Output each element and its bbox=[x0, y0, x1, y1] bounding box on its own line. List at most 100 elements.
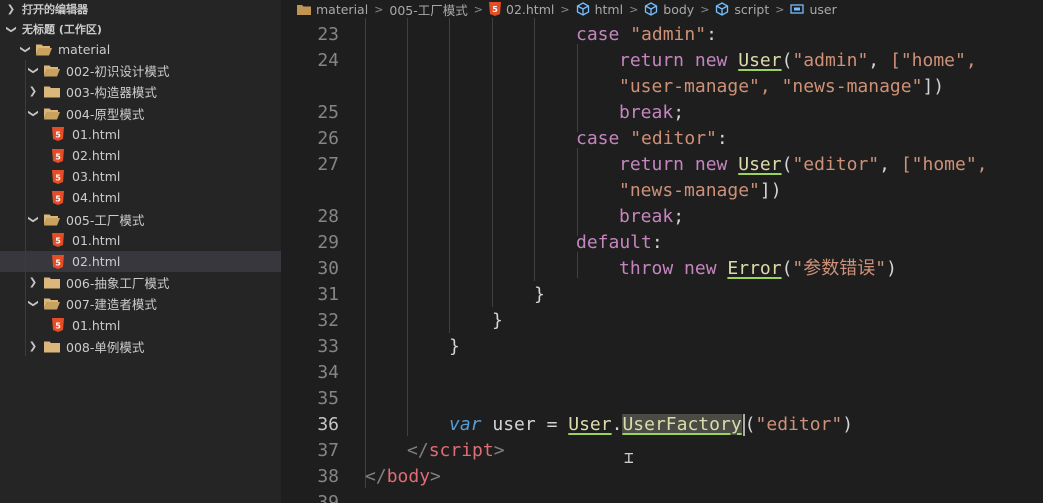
line-number: 25 bbox=[317, 102, 339, 123]
tree-file[interactable]: 5 01.html bbox=[0, 124, 281, 145]
line-number: 37 bbox=[317, 440, 339, 461]
open-editors-header[interactable]: ❯ 打开的编辑器 bbox=[0, 0, 281, 18]
html5-icon: 5 bbox=[50, 190, 66, 205]
tree-folder[interactable]: ❯ 007-建造者模式 bbox=[0, 293, 281, 314]
breadcrumb: material > 005-工厂模式 > 5 02.html > html >… bbox=[281, 0, 1043, 18]
html5-icon: 5 bbox=[50, 169, 66, 184]
tree-folder[interactable]: ❯ 004-原型模式 bbox=[0, 103, 281, 124]
line-number: 27 bbox=[317, 154, 339, 175]
breadcrumb-item-user[interactable]: user bbox=[790, 2, 837, 17]
breadcrumb-item-body[interactable]: body bbox=[644, 2, 694, 17]
line-number: 38 bbox=[317, 466, 339, 487]
code-line: </script> bbox=[407, 440, 505, 461]
chevron-right-icon: > bbox=[700, 2, 710, 16]
tree-folder[interactable]: ❯ 005-工厂模式 bbox=[0, 209, 281, 230]
code-line: case "admin": bbox=[576, 24, 717, 45]
svg-text:5: 5 bbox=[55, 258, 61, 267]
indent-guide bbox=[492, 18, 493, 307]
open-editors-label: 打开的编辑器 bbox=[22, 3, 88, 16]
code-editor[interactable]: 23 24 25 26 27 28 29 30 31 32 33 34 35 36 37 38 39 case … bbox=[281, 18, 1043, 503]
line-number bbox=[281, 74, 339, 100]
code-line: } bbox=[534, 284, 545, 305]
line-number: 28 bbox=[317, 206, 339, 227]
code-line: } bbox=[492, 310, 503, 331]
tree-item-label: 006-抽象工厂模式 bbox=[66, 276, 170, 292]
tree-item-label: 01.html bbox=[72, 317, 121, 333]
chevron-right-icon: > bbox=[473, 2, 483, 16]
code-line: default: bbox=[576, 232, 663, 253]
tree-file[interactable]: 5 03.html bbox=[0, 166, 281, 187]
tree-file[interactable]: 5 04.html bbox=[0, 187, 281, 208]
line-number: 31 bbox=[317, 284, 339, 305]
tree-folder[interactable]: ❯ 008-单例模式 bbox=[0, 336, 281, 357]
folder-icon bbox=[44, 85, 60, 99]
indent-guide bbox=[365, 18, 366, 488]
symbol-element-icon bbox=[576, 2, 590, 16]
workspace-header[interactable]: ❯ 无标题 (工作区) bbox=[0, 19, 281, 39]
indent-guide bbox=[534, 18, 535, 281]
explorer-sidebar: ❯ 打开的编辑器 ❯ 无标题 (工作区) ❯ material ❯ 002-初识设计模… bbox=[0, 0, 281, 503]
breadcrumb-item-file[interactable]: 5 02.html bbox=[489, 2, 554, 17]
chevron-down-icon: ❯ bbox=[27, 108, 39, 118]
chevron-right-icon: > bbox=[775, 2, 785, 16]
tree-item-label: 01.html bbox=[72, 232, 121, 248]
html5-icon: 5 bbox=[50, 148, 66, 163]
tree-file[interactable]: 5 01.html bbox=[0, 315, 281, 336]
tree-item-label: 003-构造器模式 bbox=[66, 85, 157, 101]
tree-item-label: 03.html bbox=[72, 169, 121, 185]
code-line: break; bbox=[619, 102, 685, 123]
tree-folder[interactable]: ❯ material bbox=[0, 39, 281, 60]
tree-folder[interactable]: ❯ 006-抽象工厂模式 bbox=[0, 272, 281, 293]
code-line: "news-manage"]) bbox=[619, 180, 782, 201]
tree-item-label: 02.html bbox=[72, 148, 121, 163]
breadcrumb-item-script[interactable]: script bbox=[715, 2, 769, 17]
svg-text:5: 5 bbox=[55, 322, 61, 331]
svg-text:5: 5 bbox=[55, 237, 61, 246]
code-line: return new User("admin", ["home", bbox=[619, 50, 977, 71]
svg-text:5: 5 bbox=[55, 152, 61, 161]
tree-item-label: 005-工厂模式 bbox=[66, 212, 145, 228]
code-line: } bbox=[449, 336, 460, 357]
mouse-ibeam-cursor: ⌶ bbox=[624, 448, 634, 467]
folder-icon bbox=[297, 3, 311, 15]
breadcrumb-item-material[interactable]: material bbox=[297, 2, 368, 17]
line-number: 32 bbox=[317, 310, 339, 331]
breadcrumb-item-html[interactable]: html bbox=[576, 2, 623, 17]
html5-icon: 5 bbox=[489, 2, 501, 16]
folder-icon bbox=[44, 276, 60, 290]
tree-item-label: 02.html bbox=[72, 254, 121, 269]
chevron-down-icon: ❯ bbox=[27, 214, 39, 224]
tree-item-label: 01.html bbox=[72, 126, 121, 142]
code-line: </body> bbox=[365, 466, 441, 487]
tree-item-label: 002-初识设计模式 bbox=[66, 64, 170, 80]
chevron-right-icon: > bbox=[560, 2, 570, 16]
code-line: break; bbox=[619, 206, 685, 227]
chevron-right-icon: ❯ bbox=[6, 3, 16, 15]
folder-open-icon bbox=[36, 43, 52, 57]
tree-file[interactable]: 5 02.html bbox=[0, 145, 281, 166]
svg-text:5: 5 bbox=[492, 5, 498, 14]
svg-text:5: 5 bbox=[55, 173, 61, 182]
chevron-right-icon: ❯ bbox=[28, 340, 38, 352]
html5-icon: 5 bbox=[50, 318, 66, 333]
tree-item-label: 008-单例模式 bbox=[66, 339, 145, 355]
symbol-element-icon bbox=[644, 2, 658, 16]
tree-folder[interactable]: ❯ 003-构造器模式 bbox=[0, 81, 281, 102]
code-line: return new User("editor", ["home", bbox=[619, 154, 988, 175]
tree-file[interactable]: 5 01.html bbox=[0, 230, 281, 251]
line-number: 24 bbox=[317, 50, 339, 71]
tree-file[interactable]: 5 02.html bbox=[0, 251, 281, 272]
indent-guide bbox=[577, 148, 578, 236]
breadcrumb-item-folder[interactable]: 005-工厂模式 bbox=[389, 0, 467, 18]
tree-folder[interactable]: ❯ 002-初识设计模式 bbox=[0, 60, 281, 81]
tree-item-label: material bbox=[58, 42, 111, 57]
symbol-element-icon bbox=[715, 2, 729, 16]
chevron-down-icon: ❯ bbox=[27, 299, 39, 309]
code-line: throw new Error("参数错误") bbox=[619, 258, 897, 279]
workspace-label: 无标题 (工作区) bbox=[22, 23, 102, 36]
chevron-right-icon: > bbox=[374, 2, 384, 16]
svg-text:5: 5 bbox=[55, 131, 61, 140]
html5-icon: 5 bbox=[50, 233, 66, 248]
chevron-down-icon: ❯ bbox=[5, 24, 17, 34]
line-number: 33 bbox=[317, 336, 339, 357]
